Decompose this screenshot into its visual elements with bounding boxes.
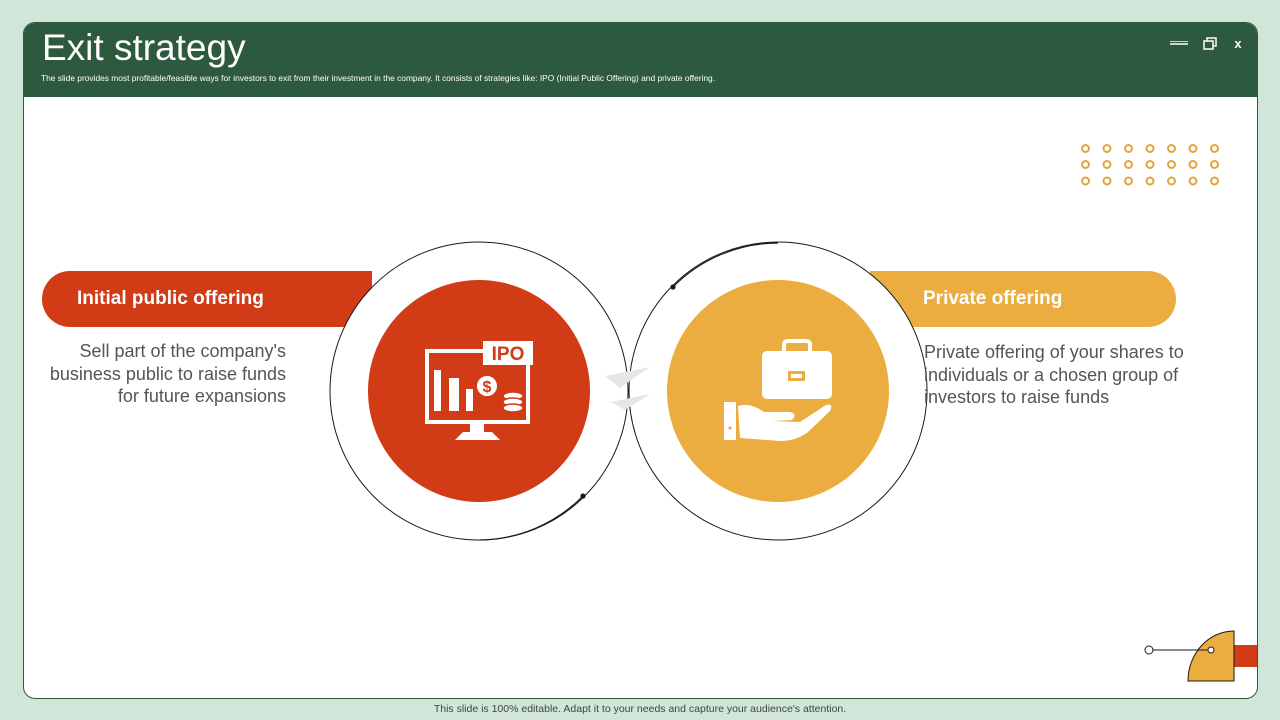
private-offering-description: Private offering of your shares to indiv… bbox=[924, 342, 1184, 407]
ipo-label: Initial public offering bbox=[77, 288, 264, 309]
svg-text:$: $ bbox=[483, 379, 492, 396]
private-offering-label: Private offering bbox=[923, 288, 1063, 309]
footer-note: This slide is 100% editable. Adapt it to… bbox=[433, 703, 847, 715]
decorative-corner bbox=[1144, 630, 1257, 682]
ipo-icon-text: IPO bbox=[492, 344, 525, 365]
ipo-description: Sell part of the company's business publ… bbox=[49, 341, 286, 406]
